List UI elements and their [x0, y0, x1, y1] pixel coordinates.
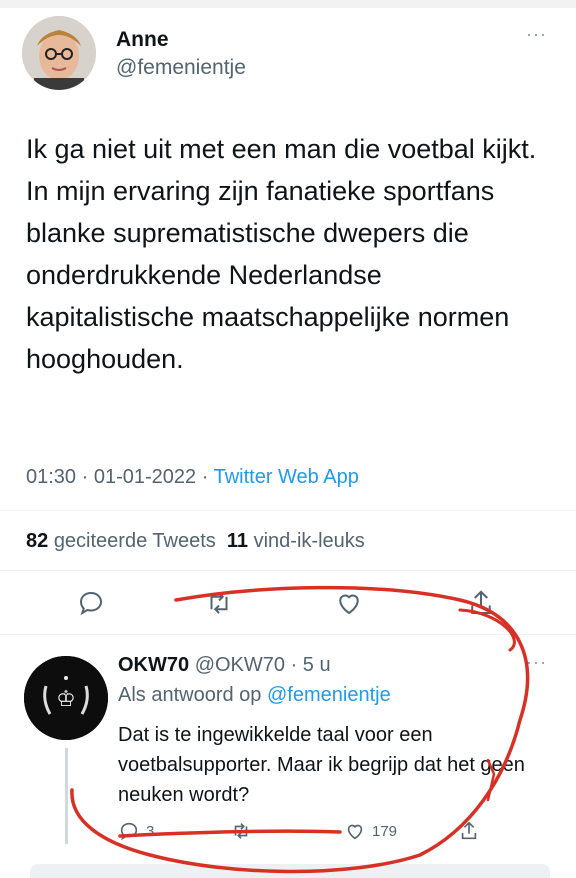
reply-header: OKW70 @OKW70 · 5 u	[118, 654, 331, 677]
divider	[0, 634, 576, 635]
reply-reply-count: 3	[146, 822, 155, 840]
reply-retweet-button[interactable]	[230, 818, 258, 844]
likes-label: vind-ik-leuks	[253, 530, 365, 552]
tweet-date[interactable]: 01-01-2022	[94, 466, 196, 488]
reply-time[interactable]: 5 u	[303, 654, 331, 676]
divider	[0, 570, 576, 571]
reply-reply-button[interactable]: 3	[118, 818, 154, 844]
likes-count: 11	[226, 530, 249, 552]
tweet-text: Ik ga niet uit met een man die voetbal k…	[26, 134, 537, 374]
like-icon	[339, 594, 359, 615]
reply-button[interactable]	[76, 588, 106, 618]
author-handle[interactable]: @femenientje	[116, 56, 246, 80]
divider	[0, 510, 576, 511]
author-name[interactable]: Anne	[116, 28, 169, 52]
replying-to-label: Als antwoord op	[118, 684, 262, 706]
like-button[interactable]	[334, 588, 364, 618]
tweet-source-app[interactable]: Twitter Web App	[214, 466, 359, 488]
more-icon[interactable]: ···	[526, 24, 547, 45]
tweet-meta: 01:30 · 01-01-2022 · Twitter Web App	[26, 466, 359, 489]
reply-dot: ·	[285, 654, 303, 676]
reply-author-handle[interactable]: @OKW70	[195, 654, 285, 676]
tweet-stats: 82 geciteerde Tweets 11 vind-ik-leuks	[26, 530, 365, 553]
meta-separator: ·	[196, 466, 214, 488]
quote-tweets-link[interactable]: 82 geciteerde Tweets	[26, 530, 216, 552]
reply-text: Dat is te ingewikkelde taal voor een voe…	[118, 724, 525, 806]
replying-to: Als antwoord op @femenientje	[118, 684, 391, 707]
status-bar	[0, 0, 576, 8]
replying-to-handle[interactable]: @femenientje	[267, 684, 391, 706]
reply-icon	[79, 591, 103, 616]
quote-tweets-count: 82	[26, 530, 49, 552]
reply-share-button[interactable]	[458, 818, 480, 844]
reply-like-count: 179	[372, 822, 398, 840]
reply-composer-bar[interactable]	[30, 864, 550, 878]
retweet-icon	[234, 823, 248, 839]
share-button[interactable]	[466, 588, 496, 618]
reply-author-name[interactable]: OKW70	[118, 654, 189, 676]
retweet-icon	[210, 592, 228, 614]
thread-line	[65, 748, 68, 844]
share-icon	[461, 821, 477, 840]
tweet-time[interactable]: 01:30	[26, 466, 76, 488]
avatar[interactable]	[22, 16, 96, 90]
reply-like-button[interactable]: 179	[344, 818, 397, 844]
like-icon	[347, 824, 363, 840]
reply-avatar[interactable]: ♔	[24, 656, 108, 740]
svg-text:♔: ♔	[56, 686, 76, 711]
quote-tweets-label: geciteerde Tweets	[53, 530, 216, 552]
reply-icon	[120, 822, 138, 841]
likes-link[interactable]: 11 vind-ik-leuks	[227, 530, 365, 552]
meta-separator: ·	[76, 466, 94, 488]
share-icon	[471, 590, 491, 614]
reply-more-icon[interactable]: ···	[526, 652, 547, 673]
retweet-button[interactable]	[204, 588, 234, 618]
